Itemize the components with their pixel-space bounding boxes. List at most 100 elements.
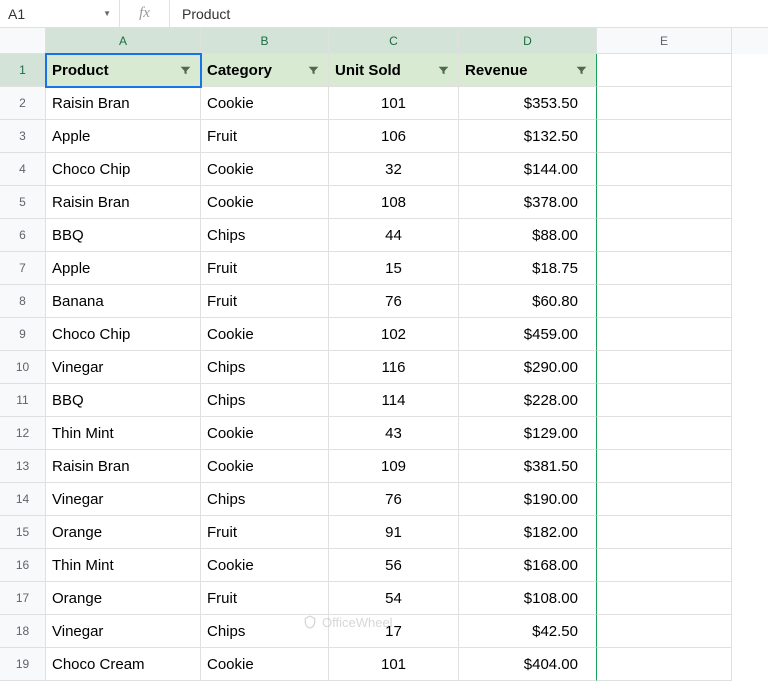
cell-category[interactable]: Cookie — [201, 186, 329, 219]
cell[interactable] — [597, 483, 732, 516]
cell-unit-sold[interactable]: 101 — [329, 87, 459, 120]
cell-unit-sold[interactable]: 43 — [329, 417, 459, 450]
row-header[interactable]: 2 — [0, 87, 46, 120]
cell[interactable] — [597, 351, 732, 384]
cell[interactable] — [597, 54, 732, 87]
cell-revenue[interactable]: $18.75 — [459, 252, 597, 285]
filter-icon[interactable] — [434, 61, 452, 79]
cell-category[interactable]: Fruit — [201, 582, 329, 615]
cell-product[interactable]: Choco Chip — [46, 153, 201, 186]
row-header[interactable]: 13 — [0, 450, 46, 483]
cell[interactable] — [597, 516, 732, 549]
cell-category[interactable]: Chips — [201, 615, 329, 648]
header-cell-revenue[interactable]: Revenue — [459, 54, 597, 87]
cell[interactable] — [597, 384, 732, 417]
formula-input[interactable]: Product — [170, 6, 768, 22]
cell[interactable] — [597, 615, 732, 648]
cell-unit-sold[interactable]: 102 — [329, 318, 459, 351]
cell-revenue[interactable]: $378.00 — [459, 186, 597, 219]
cell-revenue[interactable]: $404.00 — [459, 648, 597, 681]
row-header[interactable]: 9 — [0, 318, 46, 351]
row-header[interactable]: 15 — [0, 516, 46, 549]
cell-unit-sold[interactable]: 44 — [329, 219, 459, 252]
cell-revenue[interactable]: $459.00 — [459, 318, 597, 351]
row-header[interactable]: 12 — [0, 417, 46, 450]
row-header[interactable]: 7 — [0, 252, 46, 285]
cell-unit-sold[interactable]: 114 — [329, 384, 459, 417]
cell-category[interactable]: Fruit — [201, 516, 329, 549]
cell-product[interactable]: Thin Mint — [46, 549, 201, 582]
cell-unit-sold[interactable]: 109 — [329, 450, 459, 483]
cell-revenue[interactable]: $228.00 — [459, 384, 597, 417]
cell-category[interactable]: Chips — [201, 483, 329, 516]
filter-icon[interactable] — [304, 61, 322, 79]
cell-category[interactable]: Cookie — [201, 648, 329, 681]
cell[interactable] — [597, 219, 732, 252]
cell-category[interactable]: Fruit — [201, 252, 329, 285]
header-cell-product[interactable]: Product — [46, 54, 201, 87]
cell-unit-sold[interactable]: 101 — [329, 648, 459, 681]
cell-revenue[interactable]: $42.50 — [459, 615, 597, 648]
filter-icon[interactable] — [572, 61, 590, 79]
name-box[interactable]: A1 ▼ — [0, 0, 120, 27]
cell-product[interactable]: Thin Mint — [46, 417, 201, 450]
cell[interactable] — [597, 153, 732, 186]
cell[interactable] — [597, 582, 732, 615]
row-header[interactable]: 4 — [0, 153, 46, 186]
cell[interactable] — [597, 450, 732, 483]
cell-revenue[interactable]: $381.50 — [459, 450, 597, 483]
cell-revenue[interactable]: $60.80 — [459, 285, 597, 318]
cell-revenue[interactable]: $144.00 — [459, 153, 597, 186]
row-header[interactable]: 5 — [0, 186, 46, 219]
cell-product[interactable]: Banana — [46, 285, 201, 318]
cell-category[interactable]: Cookie — [201, 450, 329, 483]
cell[interactable] — [597, 417, 732, 450]
row-header[interactable]: 1 — [0, 54, 46, 87]
cell-product[interactable]: Raisin Bran — [46, 450, 201, 483]
row-header[interactable]: 6 — [0, 219, 46, 252]
cell-category[interactable]: Cookie — [201, 318, 329, 351]
cell-category[interactable]: Fruit — [201, 120, 329, 153]
cell-unit-sold[interactable]: 17 — [329, 615, 459, 648]
row-header[interactable]: 8 — [0, 285, 46, 318]
cell-product[interactable]: Orange — [46, 582, 201, 615]
cell-category[interactable]: Fruit — [201, 285, 329, 318]
cell-product[interactable]: Raisin Bran — [46, 87, 201, 120]
cell-product[interactable]: Apple — [46, 252, 201, 285]
cell[interactable] — [597, 186, 732, 219]
cell[interactable] — [597, 120, 732, 153]
cell[interactable] — [597, 648, 732, 681]
chevron-down-icon[interactable]: ▼ — [103, 9, 111, 18]
filter-icon[interactable] — [176, 61, 194, 79]
cell[interactable] — [597, 87, 732, 120]
cell-revenue[interactable]: $168.00 — [459, 549, 597, 582]
row-header[interactable]: 11 — [0, 384, 46, 417]
cell-category[interactable]: Chips — [201, 219, 329, 252]
cell[interactable] — [597, 285, 732, 318]
cell-product[interactable]: Raisin Bran — [46, 186, 201, 219]
row-header[interactable]: 16 — [0, 549, 46, 582]
cell-unit-sold[interactable]: 91 — [329, 516, 459, 549]
cell[interactable] — [597, 549, 732, 582]
cell-unit-sold[interactable]: 108 — [329, 186, 459, 219]
cell-unit-sold[interactable]: 76 — [329, 285, 459, 318]
cell-revenue[interactable]: $190.00 — [459, 483, 597, 516]
cell-unit-sold[interactable]: 32 — [329, 153, 459, 186]
cell-product[interactable]: BBQ — [46, 384, 201, 417]
row-header[interactable]: 14 — [0, 483, 46, 516]
cell-category[interactable]: Cookie — [201, 153, 329, 186]
cell-unit-sold[interactable]: 54 — [329, 582, 459, 615]
cell-category[interactable]: Cookie — [201, 87, 329, 120]
cell-revenue[interactable]: $129.00 — [459, 417, 597, 450]
cell-revenue[interactable]: $88.00 — [459, 219, 597, 252]
cell-product[interactable]: Choco Chip — [46, 318, 201, 351]
cell-product[interactable]: Vinegar — [46, 483, 201, 516]
cell-unit-sold[interactable]: 15 — [329, 252, 459, 285]
cell-revenue[interactable]: $290.00 — [459, 351, 597, 384]
column-header-D[interactable]: D — [459, 28, 597, 54]
cell-category[interactable]: Chips — [201, 384, 329, 417]
cell-revenue[interactable]: $353.50 — [459, 87, 597, 120]
cell-unit-sold[interactable]: 56 — [329, 549, 459, 582]
cell[interactable] — [597, 252, 732, 285]
cell-revenue[interactable]: $132.50 — [459, 120, 597, 153]
